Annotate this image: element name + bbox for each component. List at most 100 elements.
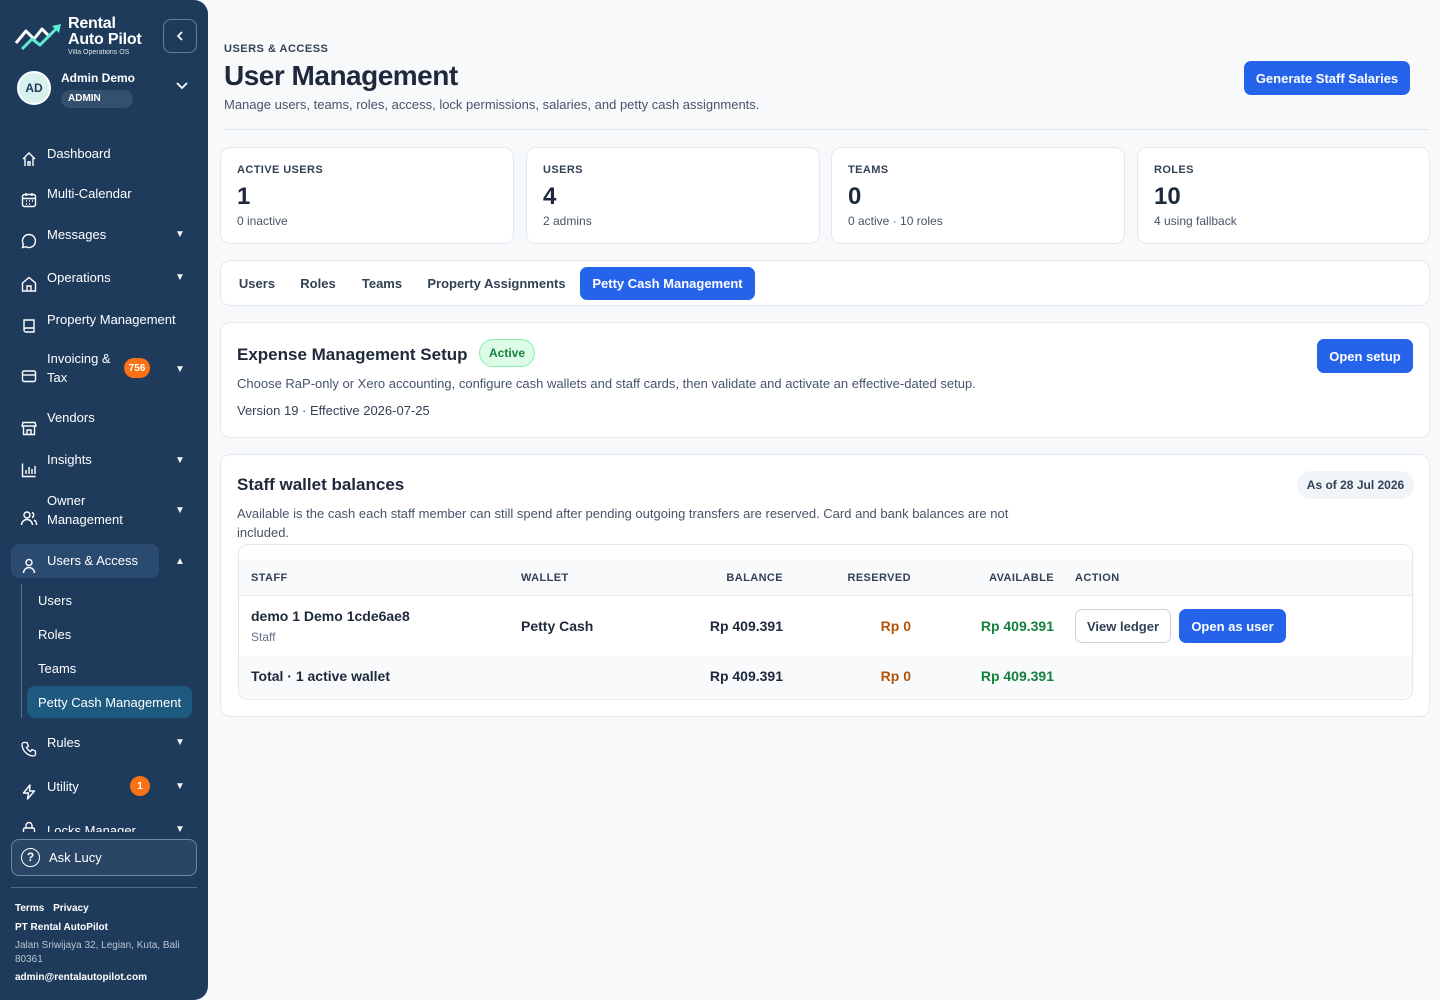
store-icon bbox=[21, 421, 37, 436]
status-badge: Active bbox=[479, 339, 535, 367]
column-header-wallet: WALLET bbox=[521, 572, 569, 584]
brand-logo[interactable]: Rental Auto Pilot Villa Operations OS bbox=[14, 16, 142, 56]
nav-label: Operations bbox=[47, 270, 111, 285]
caret-down-icon: ▼ bbox=[175, 737, 185, 748]
tab-teams[interactable]: Teams bbox=[351, 267, 413, 300]
total-label: Total · 1 active wallet bbox=[251, 668, 391, 684]
help-circle-icon: ? bbox=[21, 848, 40, 867]
breadcrumb: USERS & ACCESS bbox=[224, 43, 329, 55]
user-name: Admin Demo bbox=[61, 71, 136, 85]
expense-setup-panel: Expense Management Setup Active Choose R… bbox=[220, 322, 1430, 438]
stat-note: 4 using fallback bbox=[1154, 214, 1237, 228]
chevron-left-icon bbox=[176, 31, 183, 41]
nav-item-owner-management[interactable]: Owner Management ▼ bbox=[11, 489, 197, 541]
nav-item-multi-calendar[interactable]: Multi-Calendar bbox=[11, 178, 197, 218]
stat-card-active-users: ACTIVE USERS 1 0 inactive bbox=[220, 147, 514, 244]
caret-up-icon[interactable]: ▲ bbox=[175, 556, 185, 567]
nav-label: Users & Access bbox=[47, 553, 139, 568]
user-icon bbox=[22, 558, 36, 574]
wallet-reserved: Rp 0 bbox=[880, 618, 911, 634]
nav-item-vendors[interactable]: Vendors bbox=[11, 405, 197, 447]
stat-card-roles: ROLES 10 4 using fallback bbox=[1137, 147, 1430, 244]
nav-item-locks-manager[interactable]: Locks Manager ▼ bbox=[11, 808, 197, 832]
bolt-icon bbox=[22, 784, 36, 800]
wallet-balance: Rp 409.391 bbox=[709, 618, 783, 634]
wallet-available: Rp 409.391 bbox=[980, 618, 1054, 634]
table-total-row: Total · 1 active wallet Rp 409.391 Rp 0 … bbox=[239, 656, 1412, 697]
nav-item-invoicing-tax[interactable]: Invoicing & Tax 756 ▼ bbox=[11, 345, 197, 405]
ask-lucy-button[interactable]: ? Ask Lucy bbox=[11, 839, 197, 876]
table-row: demo 1 Demo 1cde6ae8 Staff Petty Cash Rp… bbox=[239, 596, 1412, 656]
generate-staff-salaries-button[interactable]: Generate Staff Salaries bbox=[1244, 61, 1410, 95]
terms-link[interactable]: Terms bbox=[15, 903, 44, 914]
bar-chart-icon bbox=[21, 463, 36, 478]
stat-label: TEAMS bbox=[848, 164, 889, 176]
nav-item-utility[interactable]: Utility 1 ▼ bbox=[11, 764, 197, 808]
total-available: Rp 409.391 bbox=[980, 668, 1054, 684]
view-ledger-button[interactable]: View ledger bbox=[1075, 609, 1171, 643]
stat-card-teams: TEAMS 0 0 active · 10 roles bbox=[831, 147, 1125, 244]
book-icon bbox=[23, 319, 35, 333]
collapse-sidebar-button[interactable] bbox=[163, 19, 197, 53]
company-address: Jalan Sriwijaya 32, Legian, Kuta, Bali 8… bbox=[15, 940, 180, 965]
subnav-item-users[interactable]: Users bbox=[27, 584, 192, 616]
ask-lucy-label: Ask Lucy bbox=[49, 850, 102, 865]
brand-line-1: Rental bbox=[68, 15, 116, 32]
nav-item-messages[interactable]: Messages ▼ bbox=[11, 218, 197, 260]
nav-item-rules[interactable]: Rules ▼ bbox=[11, 722, 197, 764]
caret-down-icon: ▼ bbox=[175, 229, 185, 240]
tab-petty-cash-management[interactable]: Petty Cash Management bbox=[580, 267, 755, 300]
home-icon bbox=[22, 152, 36, 166]
nav-item-operations[interactable]: Operations ▼ bbox=[11, 260, 197, 303]
tab-users[interactable]: Users bbox=[228, 267, 286, 300]
contact-email[interactable]: admin@rentalautopilot.com bbox=[15, 971, 195, 985]
utility-count-badge: 1 bbox=[130, 776, 150, 796]
divider bbox=[224, 129, 1429, 130]
divider bbox=[11, 887, 197, 888]
role-badge: ADMIN bbox=[61, 90, 133, 108]
nav-label: Vendors bbox=[47, 410, 95, 425]
tab-bar: Users Roles Teams Property Assignments P… bbox=[220, 260, 1430, 306]
column-header-staff: STAFF bbox=[251, 572, 288, 584]
column-header-action: ACTION bbox=[1075, 572, 1120, 584]
stat-value: 1 bbox=[237, 183, 251, 210]
brand-line-2: Auto Pilot bbox=[68, 31, 142, 48]
credit-card-icon bbox=[21, 370, 37, 383]
nav-label: Multi-Calendar bbox=[47, 186, 132, 201]
nav-label: Insights bbox=[47, 452, 92, 467]
open-setup-button[interactable]: Open setup bbox=[1317, 339, 1413, 373]
chevron-down-icon bbox=[176, 82, 188, 90]
column-header-available: AVAILABLE bbox=[989, 572, 1054, 584]
stat-label: ROLES bbox=[1154, 164, 1194, 176]
tab-property-assignments[interactable]: Property Assignments bbox=[419, 267, 574, 300]
nav-label: Invoicing & Tax bbox=[47, 351, 111, 385]
setup-version: Version 19 · Effective 2026-07-25 bbox=[237, 403, 430, 418]
nav-item-property-management[interactable]: Property Management bbox=[11, 303, 197, 345]
open-as-user-button[interactable]: Open as user bbox=[1179, 609, 1286, 643]
nav-label: Utility bbox=[47, 779, 79, 794]
avatar: AD bbox=[17, 71, 51, 105]
caret-down-icon: ▼ bbox=[175, 455, 185, 466]
as-of-date-badge: As of 28 Jul 2026 bbox=[1297, 471, 1414, 499]
privacy-link[interactable]: Privacy bbox=[53, 903, 89, 914]
subnav-item-teams[interactable]: Teams bbox=[27, 652, 192, 684]
subnav-item-roles[interactable]: Roles bbox=[27, 618, 192, 650]
panel-title: Staff wallet balances bbox=[237, 475, 405, 494]
nav-label: Rules bbox=[47, 735, 81, 750]
nav-item-users-access[interactable]: Users & Access bbox=[11, 544, 159, 578]
stat-value: 0 bbox=[848, 183, 862, 210]
logo-mark-icon bbox=[14, 24, 61, 51]
phone-icon bbox=[21, 741, 37, 757]
tab-roles[interactable]: Roles bbox=[291, 267, 345, 300]
nav-item-insights[interactable]: Insights ▼ bbox=[11, 447, 197, 489]
user-menu[interactable]: AD Admin Demo ADMIN bbox=[17, 71, 197, 111]
chat-icon bbox=[21, 233, 37, 249]
caret-down-icon: ▼ bbox=[175, 272, 185, 283]
table-header: STAFF WALLET BALANCE RESERVED AVAILABLE … bbox=[239, 559, 1412, 596]
nav-item-dashboard[interactable]: Dashboard bbox=[11, 138, 197, 178]
main-nav: Dashboard Multi-Calendar Messages ▼ Oper… bbox=[0, 132, 208, 832]
invoice-count-badge: 756 bbox=[124, 358, 150, 378]
subnav-item-petty-cash-management[interactable]: Petty Cash Management bbox=[27, 686, 192, 718]
stat-note: 2 admins bbox=[543, 214, 592, 228]
staff-wallet-panel: Staff wallet balances As of 28 Jul 2026 … bbox=[220, 454, 1430, 717]
